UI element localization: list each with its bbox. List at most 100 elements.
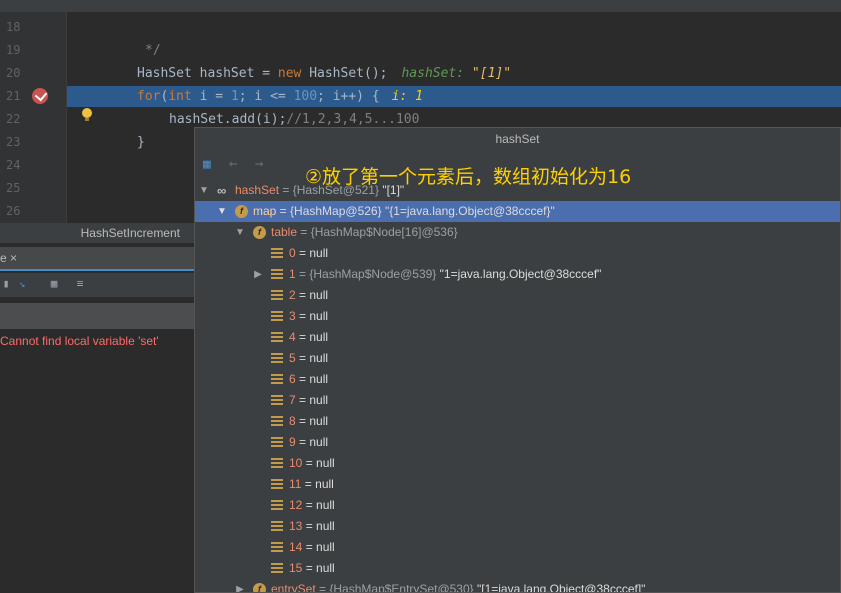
element-value: = null [295, 351, 329, 365]
popup-toolbar: ▦ ← → ②放了第一个元素后，数组初始化为16 [195, 152, 840, 188]
tree-row-hashset[interactable]: ▼ ∞ hashSet = {HashSet@521} "[1]" [195, 180, 840, 201]
code-text: i = [191, 89, 231, 104]
array-element-icon [271, 437, 283, 448]
element-index: 0 [289, 246, 296, 260]
variable-name: hashSet [235, 183, 280, 197]
element-index: 5 [289, 351, 296, 365]
element-value: = null [302, 540, 335, 554]
expand-arrow-icon[interactable]: ▶ [253, 264, 263, 285]
step-into-icon[interactable]: ↘ [16, 278, 28, 290]
array-element-icon [271, 479, 283, 490]
variable-value: = {HashMap$EntrySet@530} [315, 582, 477, 593]
line-number: 25 [6, 181, 21, 195]
number-literal: 100 [293, 89, 318, 104]
tree-row-node[interactable]: 7 = null [195, 390, 840, 411]
tree-row-node[interactable]: 9 = null [195, 432, 840, 453]
tree-row-node[interactable]: 2 = null [195, 285, 840, 306]
array-element-icon [271, 332, 283, 343]
debug-session-title[interactable]: HashSetIncrement [0, 223, 194, 243]
frame-selected-row[interactable] [0, 303, 194, 329]
variable-popup: hashSet ▦ ← → ②放了第一个元素后，数组初始化为16 ▼ ∞ has… [194, 127, 841, 593]
code-text: HashSet hashSet = [137, 66, 278, 81]
array-element-icon [271, 395, 283, 406]
tree-row-entryset[interactable]: ▶ f entrySet = {HashMap$EntrySet@530} "[… [195, 579, 840, 593]
tree-row-node[interactable]: 6 = null [195, 369, 840, 390]
element-value: = null [295, 414, 329, 428]
tree-row-node[interactable]: 14 = null [195, 537, 840, 558]
forward-arrow-icon[interactable]: → [255, 156, 263, 172]
line-number: 24 [6, 158, 21, 172]
array-element-icon [271, 458, 283, 469]
variable-string: "[1=java.lang.Object@38cccef]" [476, 582, 646, 593]
infinity-icon: ∞ [217, 183, 227, 198]
tree-row-node[interactable]: 15 = null [195, 558, 840, 579]
array-element-icon [271, 290, 283, 301]
collapse-arrow-icon[interactable]: ▼ [217, 201, 227, 222]
code-text: hashSet.add(i); [169, 112, 287, 127]
element-string: "1=java.lang.Object@38cccef" [439, 267, 602, 281]
inline-hint-value: "[1]" [471, 66, 512, 81]
collapse-arrow-icon[interactable]: ▼ [235, 222, 245, 243]
array-element-icon [271, 374, 283, 385]
tree-row-node[interactable]: 12 = null [195, 495, 840, 516]
tree-row-node[interactable]: 0 = null [195, 243, 840, 264]
tree-row-node[interactable]: 4 = null [195, 327, 840, 348]
list-icon[interactable]: ≡ [74, 278, 86, 290]
expand-arrow-icon[interactable]: ▶ [235, 579, 245, 592]
element-index: 11 [289, 477, 302, 491]
element-index: 7 [289, 393, 296, 407]
line-number: 19 [6, 43, 21, 57]
element-index: 4 [289, 330, 296, 344]
code-line-20[interactable]: HashSet hashSet = new HashSet(); hashSet:… [67, 63, 841, 84]
tree-row-node[interactable]: ▶ 1 = {HashMap$Node@539} "1=java.lang.Obj… [195, 264, 840, 285]
tree-row-table[interactable]: ▼ f table = {HashMap$Node[16]@536} [195, 222, 840, 243]
element-index: 15 [289, 561, 303, 575]
tree-row-node[interactable]: 10 = null [195, 453, 840, 474]
keyword-new: new [277, 66, 302, 81]
array-element-icon [271, 542, 283, 553]
tree-row-node[interactable]: 5 = null [195, 348, 840, 369]
code-line-19[interactable]: */ [67, 40, 841, 61]
element-value: = null [302, 519, 335, 533]
field-icon: f [253, 226, 266, 239]
back-arrow-icon[interactable]: ← [229, 156, 237, 172]
element-value: = null [295, 393, 329, 407]
element-index: 8 [289, 414, 296, 428]
variable-name: table [271, 225, 298, 239]
table-icon[interactable]: ▦ [48, 278, 60, 290]
tree-row-node[interactable]: 3 = null [195, 306, 840, 327]
element-index: 1 [289, 267, 296, 281]
element-index: 12 [289, 498, 303, 512]
code-text: ; i <= [238, 89, 294, 104]
array-element-icon [271, 248, 283, 259]
array-element-icon [271, 416, 283, 427]
element-value: = null [295, 435, 329, 449]
element-value: = null [302, 456, 335, 470]
tree-row-map[interactable]: ▼ f map = {HashMap@526} "{1=java.lang.Ob… [195, 201, 840, 222]
array-element-icon [271, 311, 283, 322]
element-index: 13 [289, 519, 303, 533]
breakpoint-icon[interactable] [32, 88, 48, 104]
array-element-icon [271, 563, 283, 574]
field-icon: f [235, 205, 248, 218]
collapse-arrow-icon[interactable]: ▼ [199, 180, 209, 201]
keyword-int: int [168, 89, 192, 104]
code-line-21-current[interactable]: for(int i = 1; i <= 100; i++) {i: 1 [67, 86, 841, 107]
tree-icon[interactable]: ▦ [203, 157, 219, 172]
element-value: = null [295, 309, 329, 323]
array-element-icon [271, 500, 283, 511]
variable-name: entrySet [271, 582, 316, 593]
debug-tab[interactable]: e × [0, 247, 194, 271]
variable-name: map [253, 204, 277, 218]
editor-gutter[interactable]: 18 19 20 21 22 23 24 25 26 [0, 12, 66, 223]
tree-row-node[interactable]: 13 = null [195, 516, 840, 537]
editor-tab-bar[interactable] [0, 0, 841, 13]
tree-row-node[interactable]: 8 = null [195, 411, 840, 432]
element-value: = null [301, 477, 334, 491]
tree-row-node[interactable]: 11 = null [195, 474, 840, 495]
step-icon[interactable]: ▮ [0, 278, 12, 290]
element-value: = null [302, 561, 335, 575]
array-element-icon [271, 269, 283, 280]
line-number: 26 [6, 204, 21, 218]
array-element-icon [271, 353, 283, 364]
